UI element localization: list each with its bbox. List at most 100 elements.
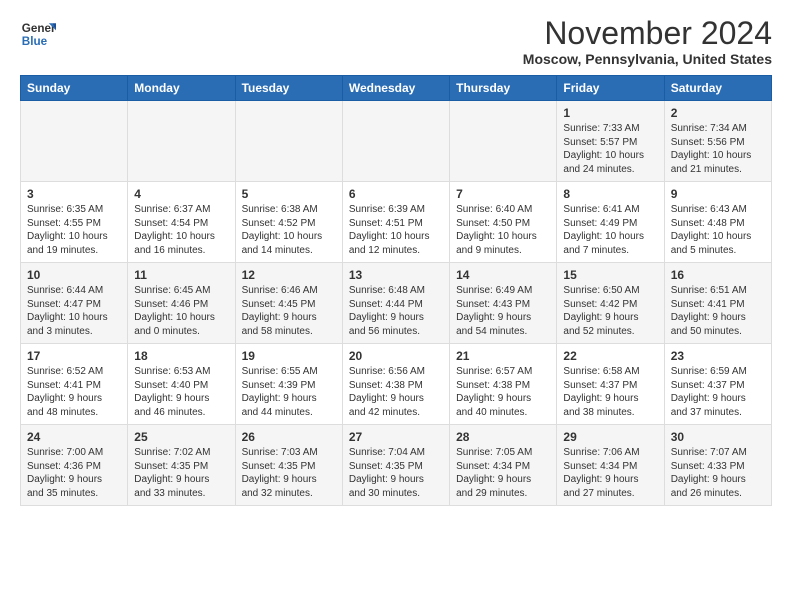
cell-info: Sunrise: 6:52 AM Sunset: 4:41 PM Dayligh…	[27, 365, 121, 419]
day-number: 12	[242, 268, 336, 282]
cell-info: Sunrise: 6:39 AM Sunset: 4:51 PM Dayligh…	[349, 203, 443, 257]
calendar-week-row: 17 Sunrise: 6:52 AM Sunset: 4:41 PM Dayli…	[21, 344, 772, 425]
weekday-header-row: SundayMondayTuesdayWednesdayThursdayFrid…	[21, 76, 772, 101]
calendar-cell: 3 Sunrise: 6:35 AM Sunset: 4:55 PM Daylig…	[21, 182, 128, 263]
month-title: November 2024	[523, 16, 772, 51]
day-number: 1	[563, 106, 657, 120]
calendar-cell	[450, 101, 557, 182]
cell-info: Sunrise: 6:59 AM Sunset: 4:37 PM Dayligh…	[671, 365, 765, 419]
day-number: 13	[349, 268, 443, 282]
day-number: 11	[134, 268, 228, 282]
calendar-cell: 22 Sunrise: 6:58 AM Sunset: 4:37 PM Dayli…	[557, 344, 664, 425]
cell-info: Sunrise: 6:55 AM Sunset: 4:39 PM Dayligh…	[242, 365, 336, 419]
cell-info: Sunrise: 7:07 AM Sunset: 4:33 PM Dayligh…	[671, 446, 765, 500]
weekday-header: Friday	[557, 76, 664, 101]
weekday-header: Sunday	[21, 76, 128, 101]
calendar-cell	[128, 101, 235, 182]
day-number: 18	[134, 349, 228, 363]
calendar-cell: 20 Sunrise: 6:56 AM Sunset: 4:38 PM Dayli…	[342, 344, 449, 425]
cell-info: Sunrise: 6:44 AM Sunset: 4:47 PM Dayligh…	[27, 284, 121, 338]
calendar-cell: 18 Sunrise: 6:53 AM Sunset: 4:40 PM Dayli…	[128, 344, 235, 425]
cell-info: Sunrise: 6:56 AM Sunset: 4:38 PM Dayligh…	[349, 365, 443, 419]
calendar-cell: 14 Sunrise: 6:49 AM Sunset: 4:43 PM Dayli…	[450, 263, 557, 344]
day-number: 17	[27, 349, 121, 363]
calendar-cell: 2 Sunrise: 7:34 AM Sunset: 5:56 PM Daylig…	[664, 101, 771, 182]
calendar-cell: 23 Sunrise: 6:59 AM Sunset: 4:37 PM Dayli…	[664, 344, 771, 425]
calendar-cell: 21 Sunrise: 6:57 AM Sunset: 4:38 PM Dayli…	[450, 344, 557, 425]
calendar-cell: 10Sunrise: 6:44 AM Sunset: 4:47 PM Dayli…	[21, 263, 128, 344]
calendar-cell: 11 Sunrise: 6:45 AM Sunset: 4:46 PM Dayli…	[128, 263, 235, 344]
cell-info: Sunrise: 6:38 AM Sunset: 4:52 PM Dayligh…	[242, 203, 336, 257]
cell-info: Sunrise: 6:41 AM Sunset: 4:49 PM Dayligh…	[563, 203, 657, 257]
cell-info: Sunrise: 6:40 AM Sunset: 4:50 PM Dayligh…	[456, 203, 550, 257]
day-number: 7	[456, 187, 550, 201]
calendar-cell	[21, 101, 128, 182]
calendar-cell: 13 Sunrise: 6:48 AM Sunset: 4:44 PM Dayli…	[342, 263, 449, 344]
day-number: 26	[242, 430, 336, 444]
cell-info: Sunrise: 7:33 AM Sunset: 5:57 PM Dayligh…	[563, 122, 657, 176]
day-number: 21	[456, 349, 550, 363]
day-number: 14	[456, 268, 550, 282]
cell-info: Sunrise: 6:51 AM Sunset: 4:41 PM Dayligh…	[671, 284, 765, 338]
calendar-cell: 5 Sunrise: 6:38 AM Sunset: 4:52 PM Daylig…	[235, 182, 342, 263]
weekday-header: Wednesday	[342, 76, 449, 101]
calendar-cell: 29 Sunrise: 7:06 AM Sunset: 4:34 PM Dayli…	[557, 425, 664, 506]
day-number: 29	[563, 430, 657, 444]
cell-info: Sunrise: 7:03 AM Sunset: 4:35 PM Dayligh…	[242, 446, 336, 500]
cell-info: Sunrise: 6:48 AM Sunset: 4:44 PM Dayligh…	[349, 284, 443, 338]
calendar-week-row: 24Sunrise: 7:00 AM Sunset: 4:36 PM Dayli…	[21, 425, 772, 506]
location: Moscow, Pennsylvania, United States	[523, 51, 772, 67]
calendar-cell: 9Sunrise: 6:43 AM Sunset: 4:48 PM Daylig…	[664, 182, 771, 263]
day-number: 19	[242, 349, 336, 363]
day-number: 20	[349, 349, 443, 363]
calendar-cell: 8Sunrise: 6:41 AM Sunset: 4:49 PM Daylig…	[557, 182, 664, 263]
cell-info: Sunrise: 7:04 AM Sunset: 4:35 PM Dayligh…	[349, 446, 443, 500]
calendar-cell: 28 Sunrise: 7:05 AM Sunset: 4:34 PM Dayli…	[450, 425, 557, 506]
cell-info: Sunrise: 7:05 AM Sunset: 4:34 PM Dayligh…	[456, 446, 550, 500]
day-number: 22	[563, 349, 657, 363]
cell-info: Sunrise: 6:53 AM Sunset: 4:40 PM Dayligh…	[134, 365, 228, 419]
day-number: 2	[671, 106, 765, 120]
cell-info: Sunrise: 6:45 AM Sunset: 4:46 PM Dayligh…	[134, 284, 228, 338]
calendar-week-row: 3 Sunrise: 6:35 AM Sunset: 4:55 PM Daylig…	[21, 182, 772, 263]
calendar-cell: 19 Sunrise: 6:55 AM Sunset: 4:39 PM Dayli…	[235, 344, 342, 425]
day-number: 23	[671, 349, 765, 363]
calendar-week-row: 1 Sunrise: 7:33 AM Sunset: 5:57 PM Daylig…	[21, 101, 772, 182]
cell-info: Sunrise: 6:50 AM Sunset: 4:42 PM Dayligh…	[563, 284, 657, 338]
calendar-cell: 16Sunrise: 6:51 AM Sunset: 4:41 PM Dayli…	[664, 263, 771, 344]
weekday-header: Thursday	[450, 76, 557, 101]
calendar-cell: 15Sunrise: 6:50 AM Sunset: 4:42 PM Dayli…	[557, 263, 664, 344]
day-number: 25	[134, 430, 228, 444]
day-number: 4	[134, 187, 228, 201]
calendar-week-row: 10Sunrise: 6:44 AM Sunset: 4:47 PM Dayli…	[21, 263, 772, 344]
weekday-header: Saturday	[664, 76, 771, 101]
cell-info: Sunrise: 6:49 AM Sunset: 4:43 PM Dayligh…	[456, 284, 550, 338]
cell-info: Sunrise: 6:46 AM Sunset: 4:45 PM Dayligh…	[242, 284, 336, 338]
cell-info: Sunrise: 7:02 AM Sunset: 4:35 PM Dayligh…	[134, 446, 228, 500]
cell-info: Sunrise: 6:58 AM Sunset: 4:37 PM Dayligh…	[563, 365, 657, 419]
cell-info: Sunrise: 6:37 AM Sunset: 4:54 PM Dayligh…	[134, 203, 228, 257]
calendar-cell: 17 Sunrise: 6:52 AM Sunset: 4:41 PM Dayli…	[21, 344, 128, 425]
day-number: 6	[349, 187, 443, 201]
svg-text:Blue: Blue	[22, 35, 48, 48]
logo-icon: General Blue	[20, 16, 56, 52]
calendar-cell	[235, 101, 342, 182]
calendar-cell: 25 Sunrise: 7:02 AM Sunset: 4:35 PM Dayli…	[128, 425, 235, 506]
calendar-cell: 30 Sunrise: 7:07 AM Sunset: 4:33 PM Dayli…	[664, 425, 771, 506]
cell-info: Sunrise: 6:43 AM Sunset: 4:48 PM Dayligh…	[671, 203, 765, 257]
calendar-cell: 6 Sunrise: 6:39 AM Sunset: 4:51 PM Daylig…	[342, 182, 449, 263]
day-number: 3	[27, 187, 121, 201]
cell-info: Sunrise: 6:57 AM Sunset: 4:38 PM Dayligh…	[456, 365, 550, 419]
calendar-cell: 27 Sunrise: 7:04 AM Sunset: 4:35 PM Dayli…	[342, 425, 449, 506]
day-number: 5	[242, 187, 336, 201]
cell-info: Sunrise: 7:34 AM Sunset: 5:56 PM Dayligh…	[671, 122, 765, 176]
cell-info: Sunrise: 7:06 AM Sunset: 4:34 PM Dayligh…	[563, 446, 657, 500]
day-number: 30	[671, 430, 765, 444]
cell-info: Sunrise: 6:35 AM Sunset: 4:55 PM Dayligh…	[27, 203, 121, 257]
day-number: 27	[349, 430, 443, 444]
day-number: 28	[456, 430, 550, 444]
calendar-cell: 12 Sunrise: 6:46 AM Sunset: 4:45 PM Dayli…	[235, 263, 342, 344]
calendar-cell: 7 Sunrise: 6:40 AM Sunset: 4:50 PM Daylig…	[450, 182, 557, 263]
calendar-cell: 1 Sunrise: 7:33 AM Sunset: 5:57 PM Daylig…	[557, 101, 664, 182]
title-block: November 2024 Moscow, Pennsylvania, Unit…	[523, 16, 772, 67]
